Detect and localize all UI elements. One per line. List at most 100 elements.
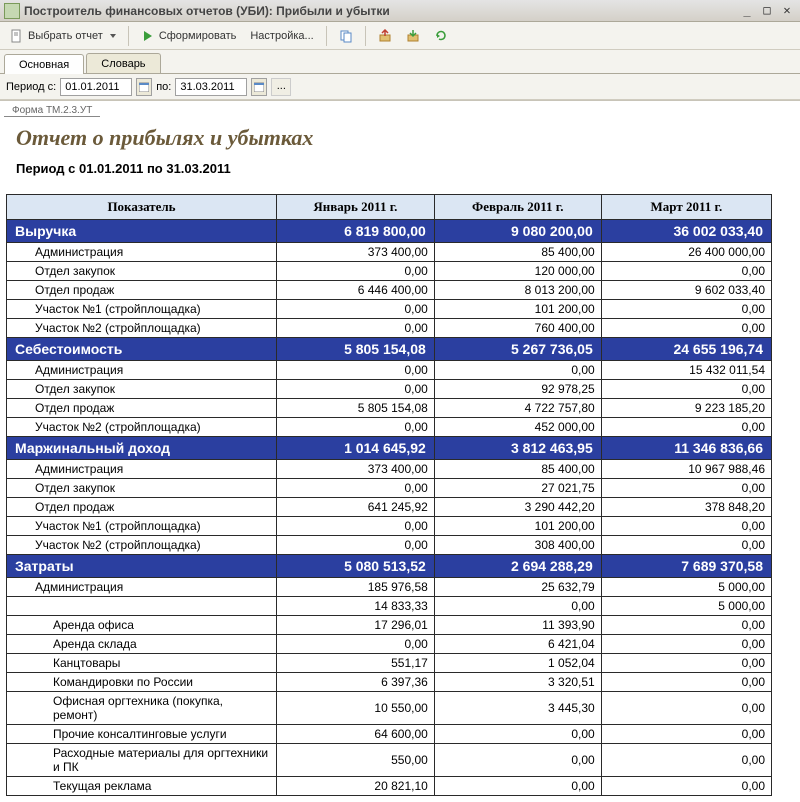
copy-button[interactable] [333, 27, 359, 45]
tab-main-label: Основная [19, 59, 69, 71]
cell-value: 0,00 [601, 673, 771, 692]
form-code: Форма ТМ.2.3.УТ [4, 101, 100, 117]
table-row: Маржинальный доход1 014 645,923 812 463,… [7, 437, 772, 460]
app-icon [4, 3, 20, 19]
cell-value: 373 400,00 [277, 460, 435, 479]
cell-value: 64 600,00 [277, 725, 435, 744]
row-label: Администрация [7, 361, 277, 380]
cell-value: 17 296,01 [277, 616, 435, 635]
table-row: Офисная оргтехника (покупка, ремонт)10 5… [7, 692, 772, 725]
table-row: Отдел продаж6 446 400,008 013 200,009 60… [7, 281, 772, 300]
row-label [7, 597, 277, 616]
row-label: Администрация [7, 460, 277, 479]
row-label: Аренда офиса [7, 616, 277, 635]
cell-value: 373 400,00 [277, 243, 435, 262]
cell-value: 0,00 [601, 262, 771, 281]
row-label: Участок №2 (стройплощадка) [7, 418, 277, 437]
row-label: Маржинальный доход [7, 437, 277, 460]
cell-value: 0,00 [601, 517, 771, 536]
cell-value: 0,00 [601, 654, 771, 673]
cell-value: 20 821,10 [277, 777, 435, 796]
cell-value: 5 805 154,08 [277, 399, 435, 418]
tab-main[interactable]: Основная [4, 54, 84, 74]
cell-value: 0,00 [434, 597, 601, 616]
separator [128, 26, 129, 46]
cell-value: 5 000,00 [601, 578, 771, 597]
cell-value: 9 080 200,00 [434, 220, 601, 243]
col-m2: Февраль 2011 г. [434, 195, 601, 220]
refresh-button[interactable] [428, 27, 454, 45]
cell-value: 551,17 [277, 654, 435, 673]
maximize-button[interactable]: □ [758, 3, 776, 19]
import-button[interactable] [400, 27, 426, 45]
cell-value: 0,00 [277, 479, 435, 498]
cell-value: 1 052,04 [434, 654, 601, 673]
cell-value: 5 000,00 [601, 597, 771, 616]
cell-value: 550,00 [277, 744, 435, 777]
row-label: Администрация [7, 578, 277, 597]
cell-value: 101 200,00 [434, 517, 601, 536]
cell-value: 10 967 988,46 [601, 460, 771, 479]
generate-button[interactable]: Сформировать [135, 27, 243, 45]
period-select-button[interactable]: ... [271, 78, 291, 96]
date-to-picker-button[interactable] [251, 78, 267, 96]
calendar-icon [254, 82, 264, 92]
cell-value: 85 400,00 [434, 243, 601, 262]
cell-value: 0,00 [601, 319, 771, 338]
row-label: Выручка [7, 220, 277, 243]
select-report-label: Выбрать отчет [28, 30, 103, 42]
cell-value: 15 432 011,54 [601, 361, 771, 380]
cell-value: 5 267 736,05 [434, 338, 601, 361]
table-row: Отдел продаж641 245,923 290 442,20378 84… [7, 498, 772, 517]
cell-value: 760 400,00 [434, 319, 601, 338]
date-to-input[interactable] [175, 78, 247, 96]
tab-dict[interactable]: Словарь [86, 53, 160, 73]
row-label: Аренда склада [7, 635, 277, 654]
cell-value: 0,00 [277, 517, 435, 536]
row-label: Затраты [7, 555, 277, 578]
cell-value: 1 014 645,92 [277, 437, 435, 460]
cell-value: 0,00 [434, 725, 601, 744]
cell-value: 0,00 [277, 361, 435, 380]
calendar-icon [139, 82, 149, 92]
table-row: Себестоимость5 805 154,085 267 736,0524 … [7, 338, 772, 361]
row-label: Администрация [7, 243, 277, 262]
row-label: Отдел продаж [7, 399, 277, 418]
col-m1: Январь 2011 г. [277, 195, 435, 220]
export-button[interactable] [372, 27, 398, 45]
row-label: Отдел продаж [7, 498, 277, 517]
report-viewport[interactable]: Форма ТМ.2.3.УТ Отчет о прибылях и убытк… [0, 100, 800, 802]
row-label: Отдел закупок [7, 380, 277, 399]
window-title: Построитель финансовых отчетов (УБИ): Пр… [24, 4, 736, 18]
cell-value: 0,00 [601, 777, 771, 796]
cell-value: 3 812 463,95 [434, 437, 601, 460]
row-label: Отдел продаж [7, 281, 277, 300]
cell-value: 5 805 154,08 [277, 338, 435, 361]
date-from-picker-button[interactable] [136, 78, 152, 96]
settings-button[interactable]: Настройка... [244, 28, 319, 44]
generate-label: Сформировать [159, 30, 237, 42]
tab-dict-label: Словарь [101, 58, 145, 70]
cell-value: 0,00 [434, 361, 601, 380]
table-row: Участок №1 (стройплощадка)0,00101 200,00… [7, 517, 772, 536]
cell-value: 0,00 [601, 616, 771, 635]
settings-label: Настройка... [250, 30, 313, 42]
cell-value: 85 400,00 [434, 460, 601, 479]
minimize-button[interactable]: _ [738, 3, 756, 19]
import-icon [406, 29, 420, 43]
cell-value: 11 346 836,66 [601, 437, 771, 460]
close-button[interactable]: ✕ [778, 3, 796, 19]
cell-value: 0,00 [434, 777, 601, 796]
separator [365, 26, 366, 46]
cell-value: 185 976,58 [277, 578, 435, 597]
cell-value: 0,00 [601, 744, 771, 777]
cell-value: 4 722 757,80 [434, 399, 601, 418]
chevron-down-icon [110, 34, 116, 38]
table-row: Прочие консалтинговые услуги64 600,000,0… [7, 725, 772, 744]
date-from-input[interactable] [60, 78, 132, 96]
cell-value: 3 320,51 [434, 673, 601, 692]
export-icon [378, 29, 392, 43]
table-row: Отдел продаж5 805 154,084 722 757,809 22… [7, 399, 772, 418]
title-bar: Построитель финансовых отчетов (УБИ): Пр… [0, 0, 800, 22]
select-report-button[interactable]: Выбрать отчет [4, 27, 122, 45]
